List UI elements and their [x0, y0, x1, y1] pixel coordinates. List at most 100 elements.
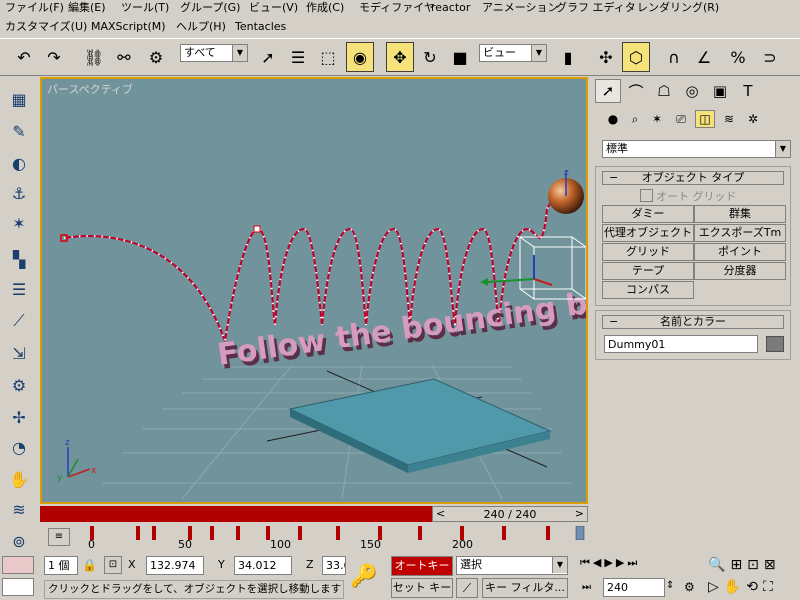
maximize-viewport-icon[interactable]: ⛶ — [763, 579, 778, 595]
display-tab-icon[interactable]: ▣ — [707, 79, 733, 103]
modifiers-tab-icon[interactable]: ⇲ — [6, 340, 32, 366]
select-and-scale-icon[interactable]: ■ — [446, 42, 474, 72]
go-to-end-icon[interactable]: ⏭ — [627, 556, 640, 569]
point-button[interactable]: ポイント — [694, 243, 786, 261]
next-frame-icon[interactable]: ▶ — [616, 556, 627, 569]
go-to-start-icon[interactable]: ⏮ — [580, 556, 593, 569]
field-of-view-icon[interactable]: ▷ — [708, 579, 724, 595]
dynamics-tab-icon[interactable]: ⟋ — [6, 308, 32, 334]
previous-frame-icon[interactable]: ◀ — [593, 556, 604, 569]
object-color-swatch[interactable] — [766, 336, 784, 352]
helpers-icon[interactable]: ◫ — [695, 110, 715, 128]
current-frame-field[interactable]: 240 — [603, 578, 665, 597]
undo-icon[interactable]: ↶ — [10, 42, 38, 72]
select-and-manipulate-icon[interactable]: ✣ — [592, 42, 620, 72]
object-type-rollout-header[interactable]: − オブジェクト タイプ — [602, 171, 784, 185]
window-crossing-icon[interactable]: ◉ — [346, 42, 374, 72]
menu-customize[interactable]: カスタマイズ(U) — [5, 20, 87, 34]
lights-tab-icon[interactable]: ⚓ — [6, 180, 32, 206]
time-configuration-icon[interactable]: ⚙ — [684, 580, 695, 594]
snaps-toggle-icon[interactable]: ∩ — [660, 42, 688, 72]
time-slider-thumb[interactable]: < 240 / 240 > — [432, 506, 588, 522]
menu-tools[interactable]: ツール(T) — [121, 1, 169, 15]
play-icon[interactable]: ▶ — [604, 556, 615, 569]
select-by-name-icon[interactable]: ☰ — [284, 42, 312, 72]
compounds-tab-icon[interactable]: ◐ — [6, 150, 32, 176]
frame-spinner-icon[interactable]: ⇕ — [666, 580, 674, 591]
objects-tab-icon[interactable]: ▦ — [6, 86, 32, 112]
arc-rotate-icon[interactable]: ⟲ — [746, 579, 763, 595]
space-warps-icon[interactable]: ≋ — [719, 110, 739, 128]
y-coordinate-field[interactable]: 34.012 — [234, 556, 292, 575]
menu-create[interactable]: 作成(C) — [306, 1, 344, 15]
modify-tab-icon[interactable]: ⌒ — [623, 79, 649, 103]
pan-icon[interactable]: ✋ — [724, 579, 746, 595]
key-filters-button[interactable]: キー フィルタ... — [482, 578, 568, 598]
create-tab-icon[interactable]: ➚ — [595, 79, 621, 103]
shapes-tab-icon[interactable]: ✎ — [6, 118, 32, 144]
cameras-icon[interactable]: ⎚ — [671, 110, 691, 128]
crowd-button[interactable]: 群集 — [694, 205, 786, 223]
hierarchy-tab-icon[interactable]: ☖ — [651, 79, 677, 103]
autogrid-checkbox[interactable] — [640, 189, 653, 202]
lock-icon[interactable]: 🔒 — [82, 558, 97, 572]
absolute-mode-icon[interactable]: ⊡ — [104, 556, 122, 574]
z-coordinate-field[interactable]: 33.6 — [322, 556, 346, 575]
render-tab-icon[interactable]: ⊚ — [6, 528, 32, 554]
track-bar[interactable]: ≡ 0 50 100 150 200 — [40, 524, 588, 552]
dummy-button[interactable]: ダミー — [602, 205, 694, 223]
unlink-selection-icon[interactable]: ⚯ — [110, 42, 138, 72]
cameras-tab-icon[interactable]: ◔ — [6, 434, 32, 460]
selection-set-dropdown[interactable]: 選択 ▼ — [456, 556, 568, 575]
select-object-icon[interactable]: ➚ — [254, 42, 282, 72]
menu-rendering[interactable]: レンダリング(R) — [637, 1, 719, 15]
particles-tab-icon[interactable]: ✶ — [6, 210, 32, 236]
space-warps-tab-icon[interactable]: ✢ — [6, 404, 32, 430]
motion-tab-icon[interactable]: ◎ — [679, 79, 705, 103]
scene-text-3d[interactable]: Follow the bouncing ball — [215, 281, 586, 373]
gizmo-y-axis[interactable] — [533, 278, 553, 286]
menu-modifiers[interactable]: モディファイヤ — [359, 1, 435, 15]
keyboard-shortcut-override-icon[interactable]: ⬡ — [622, 42, 650, 72]
protractor-button[interactable]: 分度器 — [694, 262, 786, 280]
patch-grids-tab-icon[interactable]: ▚ — [6, 246, 32, 272]
key-icon[interactable]: 🔑 — [350, 564, 377, 589]
open-mini-curve-editor-icon[interactable]: ≡ — [48, 528, 70, 546]
delegate-button[interactable]: 代理オブジェクト — [602, 224, 694, 242]
key-mode-toggle-icon[interactable]: ⏭ — [582, 582, 591, 593]
tape-button[interactable]: テープ — [602, 262, 694, 280]
menu-file[interactable]: ファイル(F) — [5, 1, 64, 15]
name-color-rollout-header[interactable]: − 名前とカラー — [602, 315, 784, 329]
zoom-extents-icon[interactable]: ⊡ — [747, 557, 764, 573]
select-and-link-icon[interactable]: ⛓ — [80, 42, 108, 72]
spinner-snap-icon[interactable]: ⊃ — [756, 42, 784, 72]
x-coordinate-field[interactable]: 132.974 — [146, 556, 204, 575]
reactor-tab-icon[interactable]: ≋ — [6, 496, 32, 522]
reference-coordinate-dropdown[interactable]: ビュー ▼ — [479, 44, 547, 62]
zoom-all-icon[interactable]: ⊞ — [730, 557, 747, 573]
expose-tm-button[interactable]: エクスポーズTm — [694, 224, 786, 242]
time-slider-next[interactable]: > — [575, 507, 584, 520]
menu-help[interactable]: ヘルプ(H) — [176, 20, 226, 34]
selection-filter-dropdown[interactable]: すべて ▼ — [180, 44, 248, 62]
compass-button[interactable]: コンパス — [602, 281, 694, 299]
percent-snap-icon[interactable]: % — [724, 42, 752, 72]
select-and-move-icon[interactable]: ✥ — [386, 42, 414, 72]
perspective-viewport[interactable]: パースペクティブ Follow the bouncing ball Follow… — [40, 77, 588, 504]
menu-group[interactable]: グループ(G) — [180, 1, 240, 15]
maxscript-input-box[interactable] — [2, 578, 34, 596]
shapes-icon[interactable]: ⌕ — [625, 110, 645, 128]
category-dropdown[interactable]: 標準 ▼ — [602, 140, 791, 158]
rectangular-selection-icon[interactable]: ⬚ — [314, 42, 342, 72]
auto-key-button[interactable]: オートキー — [391, 556, 453, 576]
lights-icon[interactable]: ✶ — [647, 110, 667, 128]
character-tab-icon[interactable]: ✋ — [6, 466, 32, 492]
bind-to-space-warp-icon[interactable]: ⚙ — [142, 42, 170, 72]
menu-edit[interactable]: 編集(E) — [68, 1, 106, 15]
grid-button[interactable]: グリッド — [602, 243, 694, 261]
menu-reactor[interactable]: reactor — [431, 1, 470, 15]
geometry-icon[interactable]: ● — [603, 110, 623, 128]
menu-tentacles[interactable]: Tentacles — [235, 20, 286, 34]
object-name-field[interactable]: Dummy01 — [604, 335, 758, 353]
maxscript-listener-box[interactable] — [2, 556, 34, 574]
